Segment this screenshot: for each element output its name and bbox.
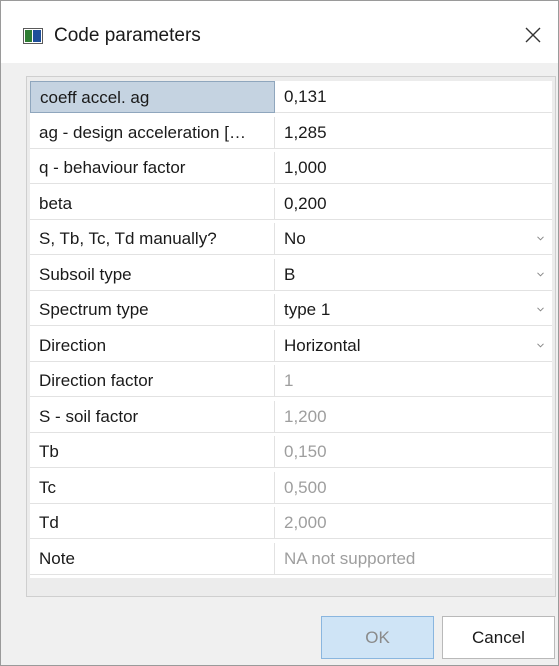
property-label[interactable]: q - behaviour factor <box>30 152 275 184</box>
property-row[interactable]: S, Tb, Tc, Td manually? No <box>30 223 552 256</box>
property-label[interactable]: Subsoil type <box>30 258 275 291</box>
chevron-down-icon[interactable] <box>537 236 544 241</box>
cancel-button[interactable]: Cancel <box>442 616 555 659</box>
property-row[interactable]: Tb 0,150 <box>30 436 552 469</box>
property-value: 0,500 <box>275 472 552 504</box>
property-value: NA not supported <box>275 543 552 575</box>
property-label[interactable]: Td <box>30 507 275 539</box>
property-value: 2,000 <box>275 507 552 539</box>
property-value-text: No <box>284 229 306 248</box>
property-value: 0,150 <box>275 436 552 468</box>
property-row[interactable]: q - behaviour factor 1,000 <box>30 152 552 185</box>
property-value-text: 2,000 <box>284 513 327 532</box>
property-label[interactable]: Direction factor <box>30 365 275 397</box>
property-label[interactable]: Tc <box>30 471 275 504</box>
property-value-text: NA not supported <box>284 548 416 568</box>
property-value-text: B <box>284 264 296 284</box>
property-value[interactable]: 0,131 <box>275 81 552 113</box>
close-icon <box>525 27 541 43</box>
property-value: 1,200 <box>275 401 552 433</box>
property-row[interactable]: coeff accel. ag 0,131 <box>30 81 552 114</box>
property-value-dropdown[interactable]: B <box>275 259 552 291</box>
code-parameters-dialog: Code parameters coeff accel. ag 0,131 ag -… <box>0 0 559 666</box>
close-button[interactable] <box>508 15 558 55</box>
property-value-text: 1,200 <box>284 406 327 426</box>
property-row[interactable]: Note NA not supported <box>30 542 552 576</box>
property-value[interactable]: 0,200 <box>275 188 552 220</box>
property-row[interactable]: S - soil factor 1,200 <box>30 400 552 434</box>
property-value-text: 1,285 <box>284 122 327 142</box>
property-label[interactable]: Spectrum type <box>30 294 275 326</box>
property-value-text: 1 <box>284 371 294 390</box>
parameters-grid: coeff accel. ag 0,131 ag - design accelera… <box>26 76 556 597</box>
parameters-grid-body: coeff accel. ag 0,131 ag - design accelera… <box>30 81 552 578</box>
property-row[interactable]: Direction factor 1 <box>30 365 552 398</box>
property-value: 1 <box>275 365 552 397</box>
chevron-down-icon[interactable] <box>537 342 544 348</box>
property-row[interactable]: ag - design acceleration [… 1,285 <box>30 116 552 150</box>
property-value-text: type 1 <box>284 300 331 319</box>
property-row[interactable]: Tc 0,500 <box>30 471 552 505</box>
property-value-text: 0,200 <box>284 193 327 213</box>
property-value-text: Horizontal <box>284 335 361 355</box>
property-row[interactable]: beta 0,200 <box>30 187 552 221</box>
ok-button[interactable]: OK <box>321 616 434 659</box>
property-value-dropdown[interactable]: type 1 <box>275 294 552 326</box>
property-value-dropdown[interactable]: No <box>275 223 552 255</box>
property-row[interactable]: Spectrum type type 1 <box>30 294 552 327</box>
chevron-down-icon[interactable] <box>537 271 544 277</box>
property-label[interactable]: ag - design acceleration [… <box>30 116 275 149</box>
property-value-text: 0,150 <box>284 442 327 461</box>
property-label[interactable]: Note <box>30 542 275 575</box>
title-bar: Code parameters <box>1 1 558 63</box>
property-label[interactable]: S, Tb, Tc, Td manually? <box>30 223 275 255</box>
property-value[interactable]: 1,000 <box>275 152 552 184</box>
property-label[interactable]: Direction <box>30 329 275 362</box>
window-app-icon <box>23 28 43 44</box>
property-value-text: 0,500 <box>284 477 327 497</box>
property-row[interactable]: Direction Horizontal <box>30 329 552 363</box>
property-value[interactable]: 1,285 <box>275 117 552 149</box>
property-label[interactable]: S - soil factor <box>30 400 275 433</box>
property-value-text: 0,131 <box>284 87 327 106</box>
window-title: Code parameters <box>54 25 201 46</box>
property-row[interactable]: Td 2,000 <box>30 507 552 540</box>
property-label[interactable]: Tb <box>30 436 275 468</box>
property-label[interactable]: beta <box>30 187 275 220</box>
property-row[interactable]: Subsoil type B <box>30 258 552 292</box>
chevron-down-icon[interactable] <box>537 307 544 312</box>
property-label[interactable]: coeff accel. ag <box>30 81 275 113</box>
property-value-text: 1,000 <box>284 158 327 177</box>
property-value-dropdown[interactable]: Horizontal <box>275 330 552 362</box>
